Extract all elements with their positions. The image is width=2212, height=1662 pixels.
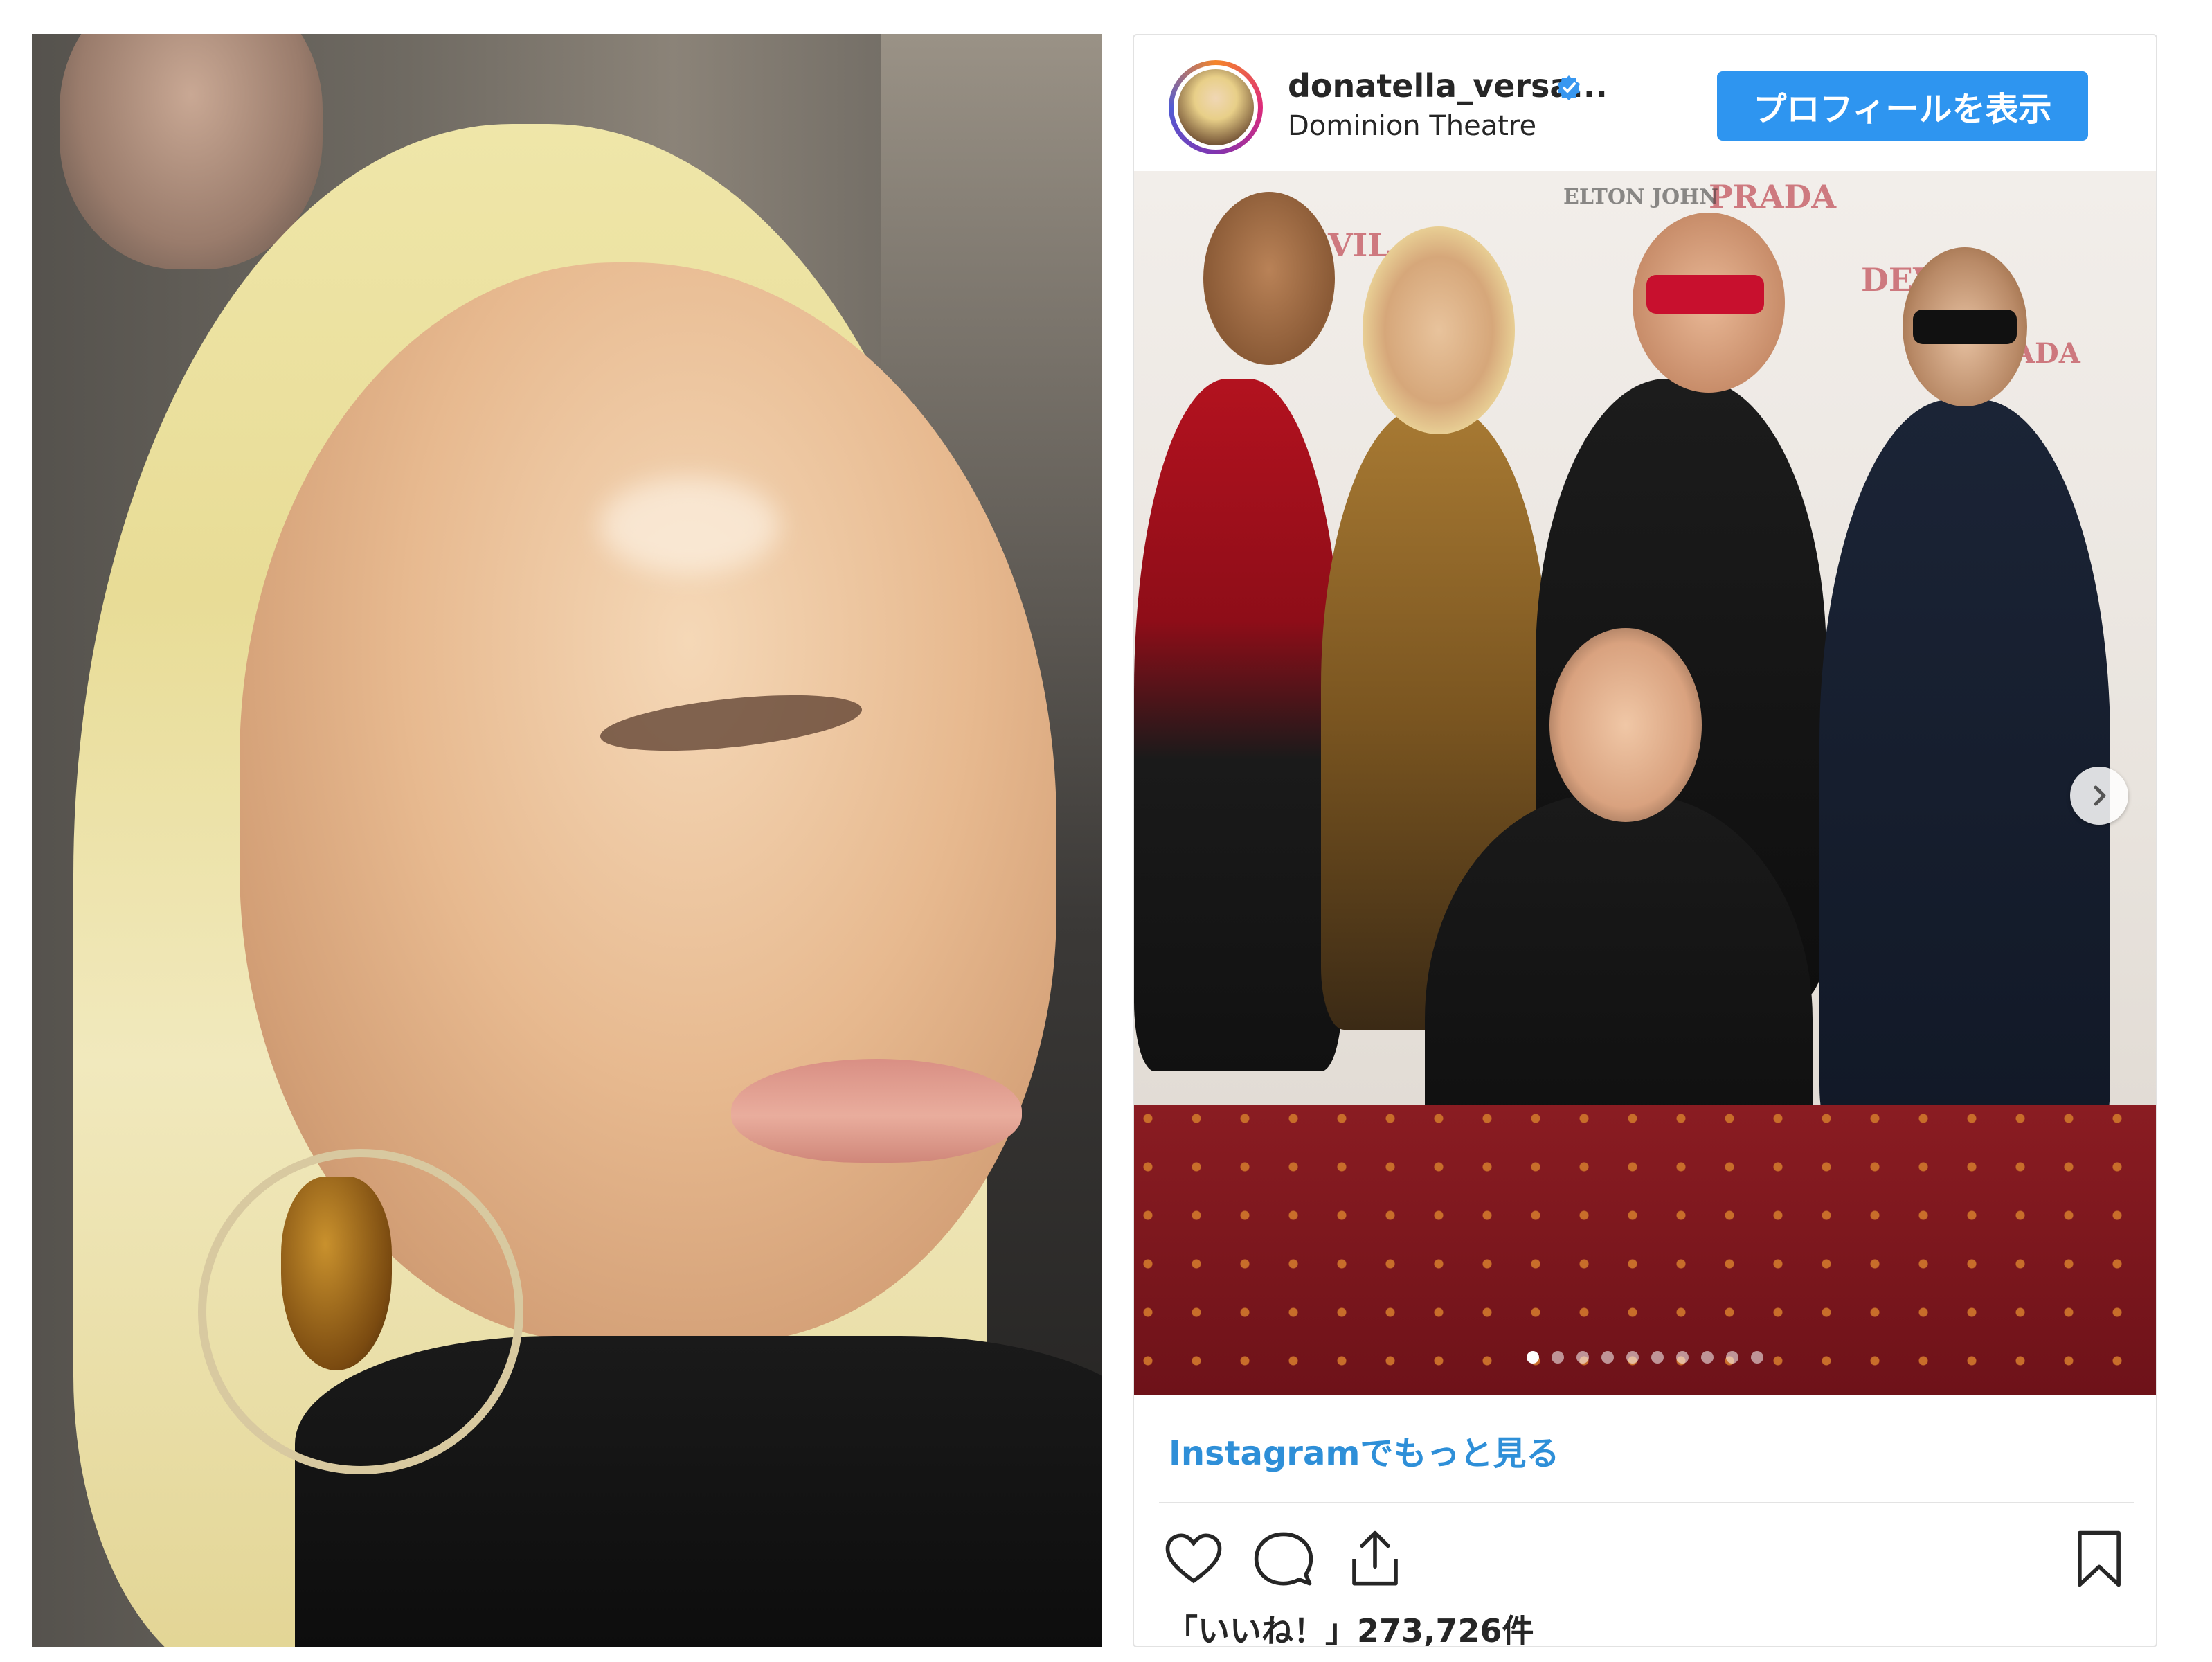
person-navy-gown: [1819, 400, 2110, 1161]
carousel-dot: [1576, 1351, 1589, 1364]
carousel-dot: [1527, 1351, 1539, 1364]
carousel-next-button[interactable]: [2070, 767, 2128, 825]
carousel-dot: [1751, 1351, 1763, 1364]
post-photo[interactable]: PRADA DEVIL VIL ADA ELTON JOHN: [1134, 171, 2156, 1395]
portrait-photo: [32, 34, 1102, 1647]
instagram-embed: donatella_versa... Dominion Theatre プロフィ…: [1133, 34, 2157, 1647]
chevron-right-icon: [2094, 785, 2106, 806]
bookmark-icon: [2078, 1530, 2121, 1587]
person-head: [1549, 628, 1702, 822]
carousel-dot: [1552, 1351, 1564, 1364]
carousel-dot: [1626, 1351, 1639, 1364]
divider: [1159, 1502, 2134, 1503]
post-header: donatella_versa... Dominion Theatre プロフィ…: [1134, 35, 2156, 171]
carousel-dot: [1601, 1351, 1614, 1364]
action-bar: [1159, 1524, 2134, 1600]
view-more-on-instagram-link[interactable]: Instagramでもっと見る: [1169, 1426, 1559, 1474]
location[interactable]: Dominion Theatre: [1288, 110, 1536, 142]
save-button[interactable]: [2065, 1524, 2134, 1593]
comment-icon: [1254, 1532, 1313, 1586]
lips: [731, 1059, 1022, 1163]
carousel-dot: [1726, 1351, 1738, 1364]
share-button[interactable]: [1340, 1524, 1410, 1593]
avatar-photo: [1178, 69, 1254, 145]
backdrop-logo: PRADA: [1709, 178, 1837, 215]
carousel-indicator: [1134, 1351, 2156, 1364]
avatar[interactable]: [1169, 60, 1263, 154]
view-profile-button[interactable]: プロフィールを表示: [1717, 71, 2088, 141]
verified-badge-icon: [1558, 75, 1580, 100]
comment-button[interactable]: [1249, 1524, 1318, 1593]
like-count: 「いいね！」273,726件: [1166, 1612, 1534, 1647]
red-sunglasses: [1646, 275, 1764, 314]
person-red-blouse: [1134, 379, 1342, 1071]
forehead-shine: [600, 477, 780, 574]
like-button[interactable]: [1159, 1524, 1228, 1593]
backdrop-logo: ELTON JOHN: [1563, 185, 1718, 209]
person-head: [1363, 226, 1515, 434]
carousel-dot: [1651, 1351, 1664, 1364]
carousel-dot: [1701, 1351, 1714, 1364]
share-icon: [1352, 1530, 1398, 1586]
backdrop-logo: VIL: [1328, 226, 1390, 264]
hoop-earring: [198, 1149, 523, 1474]
black-sunglasses: [1913, 310, 2017, 344]
carousel-dot: [1676, 1351, 1689, 1364]
person-head: [1203, 192, 1335, 365]
heart-icon: [1165, 1533, 1222, 1584]
